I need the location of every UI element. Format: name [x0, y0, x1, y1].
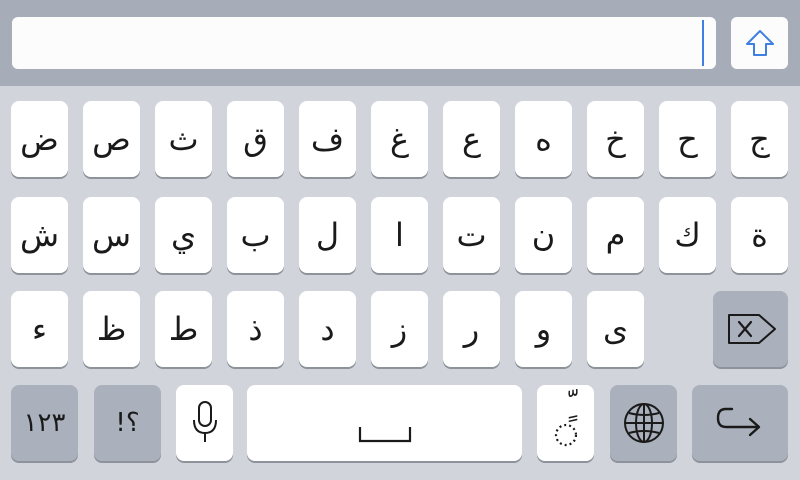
- key-label: ة: [751, 216, 768, 254]
- key-beh[interactable]: ب: [227, 197, 284, 273]
- key-label: ع: [461, 120, 482, 158]
- key-label: ن: [531, 216, 556, 254]
- globe-icon: [623, 403, 664, 443]
- key-heh[interactable]: ه: [515, 101, 572, 177]
- key-label: س: [91, 216, 132, 254]
- key-yeh[interactable]: ي: [155, 197, 212, 273]
- key-hamza[interactable]: ء: [11, 291, 68, 367]
- space-bracket-icon: [358, 427, 411, 443]
- key-reh[interactable]: ر: [443, 291, 500, 367]
- key-dal[interactable]: د: [299, 291, 356, 367]
- key-seen[interactable]: س: [83, 197, 140, 273]
- microphone-icon: [192, 401, 217, 442]
- numbers-button[interactable]: ١٢٣: [11, 385, 78, 461]
- key-label: ص: [92, 120, 131, 158]
- key-label: ض: [20, 120, 59, 158]
- shift-arrow-icon: [745, 30, 774, 56]
- key-kaf[interactable]: ك: [659, 197, 716, 273]
- key-teh-marbuta[interactable]: ة: [731, 197, 788, 273]
- key-alef-maksura[interactable]: ى: [587, 291, 644, 367]
- numbers-label: ١٢٣: [23, 408, 66, 438]
- punctuation-label: !؟: [115, 408, 140, 438]
- key-label: ي: [170, 216, 197, 254]
- key-hah[interactable]: ح: [659, 101, 716, 177]
- key-label: و: [535, 310, 552, 348]
- key-theh[interactable]: ث: [155, 101, 212, 177]
- key-label: ب: [240, 216, 271, 254]
- backspace-button[interactable]: [713, 291, 788, 367]
- key-alef[interactable]: ا: [371, 197, 428, 273]
- punctuation-button[interactable]: !؟: [94, 385, 161, 461]
- key-label: ش: [19, 216, 60, 254]
- diacritics-button[interactable]: ٍّ: [537, 385, 594, 461]
- key-label: خ: [605, 120, 626, 158]
- key-qaf[interactable]: ق: [227, 101, 284, 177]
- key-zah[interactable]: ظ: [83, 291, 140, 367]
- key-label: ط: [168, 310, 199, 348]
- key-dad[interactable]: ض: [11, 101, 68, 177]
- key-waw[interactable]: و: [515, 291, 572, 367]
- key-label: ج: [749, 120, 770, 158]
- space-bar[interactable]: [247, 385, 522, 461]
- key-feh[interactable]: ف: [299, 101, 356, 177]
- key-zain[interactable]: ز: [371, 291, 428, 367]
- key-label: ه: [535, 120, 552, 158]
- key-label: ظ: [96, 310, 127, 348]
- key-sheen[interactable]: ش: [11, 197, 68, 273]
- key-label: غ: [389, 120, 410, 158]
- key-label: ء: [31, 310, 48, 348]
- diacritic-label: ٍّ: [546, 391, 586, 421]
- return-button[interactable]: [692, 385, 788, 461]
- key-khah[interactable]: خ: [587, 101, 644, 177]
- key-thal[interactable]: ذ: [227, 291, 284, 367]
- key-label: د: [320, 310, 335, 348]
- key-meem[interactable]: م: [587, 197, 644, 273]
- text-caret: [702, 20, 704, 66]
- key-label: ذ: [248, 310, 263, 348]
- key-label: ت: [456, 216, 487, 254]
- key-label: ث: [168, 120, 199, 158]
- key-label: ف: [310, 120, 345, 158]
- key-ain[interactable]: ع: [443, 101, 500, 177]
- key-label: ز: [391, 310, 408, 348]
- dotted-circle-icon: [554, 423, 577, 447]
- key-ghain[interactable]: غ: [371, 101, 428, 177]
- key-teh[interactable]: ت: [443, 197, 500, 273]
- key-label: ق: [243, 120, 268, 158]
- key-label: ى: [602, 310, 629, 348]
- key-lam[interactable]: ل: [299, 197, 356, 273]
- dictation-button[interactable]: [176, 385, 233, 461]
- key-label: ر: [463, 310, 480, 348]
- key-label: ل: [315, 216, 340, 254]
- return-arrow-icon: [716, 407, 761, 437]
- text-input-field[interactable]: [12, 17, 716, 69]
- key-label: ا: [395, 216, 404, 254]
- key-sad[interactable]: ص: [83, 101, 140, 177]
- key-noon[interactable]: ن: [515, 197, 572, 273]
- key-label: ك: [674, 216, 701, 254]
- backspace-icon: [727, 314, 776, 344]
- key-tah[interactable]: ط: [155, 291, 212, 367]
- language-switch-button[interactable]: [610, 385, 677, 461]
- diacritics-glyph: ٍّ: [546, 395, 586, 451]
- key-jeem[interactable]: ج: [731, 101, 788, 177]
- key-label: ح: [677, 120, 698, 158]
- shift-button[interactable]: [731, 17, 788, 69]
- key-label: م: [605, 216, 626, 254]
